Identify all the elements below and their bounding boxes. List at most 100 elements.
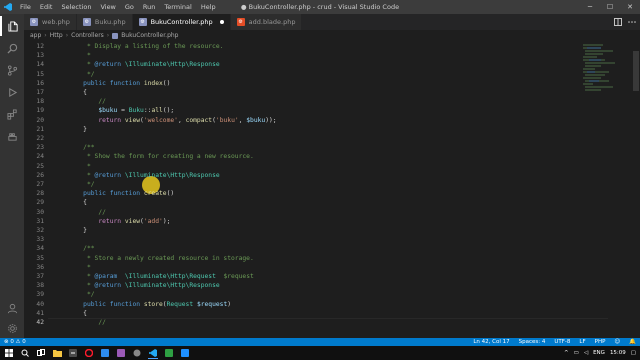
menu-file[interactable]: File [20,3,31,11]
code-line[interactable]: 27 */ [24,180,584,189]
app-icon[interactable] [100,348,110,358]
code-line[interactable]: 24 * Show the form for creating a new re… [24,152,584,161]
breadcrumb-item[interactable]: BukuController.php [121,32,178,39]
line-number: 37 [36,273,44,280]
menu-go[interactable]: Go [125,3,134,11]
code-line[interactable]: 38 * @return \Illuminate\Http\Response [24,281,584,290]
split-editor-icon[interactable] [614,18,622,26]
code-line[interactable]: 35 * Store a newly created resource in s… [24,254,584,263]
code-text: * @return \Illuminate\Http\Response [68,60,220,69]
menu-run[interactable]: Run [143,3,155,11]
code-line[interactable]: 28 public function create() [24,189,584,198]
minimize-button[interactable]: ─ [580,0,600,14]
app-icon[interactable] [132,348,142,358]
code-line[interactable]: 40 public function store(Request $reques… [24,300,584,309]
settings-gear-icon[interactable] [0,318,24,338]
more-actions-icon[interactable] [628,18,636,26]
app-icon[interactable] [180,348,190,358]
breadcrumb-item[interactable]: Controllers [71,32,104,39]
code-line[interactable]: 19 $buku = Buku::all(); [24,106,584,115]
app-icon[interactable] [164,348,174,358]
menu-edit[interactable]: Edit [40,3,53,11]
account-icon[interactable] [0,298,24,318]
source-control-icon[interactable] [0,60,24,80]
code-line[interactable]: 37 * @param \Illuminate\Http\Request $re… [24,272,584,281]
feedback-icon[interactable]: ☺ [614,339,620,345]
code-line[interactable]: 34 /** [24,244,584,253]
code-line[interactable]: 29 { [24,198,584,207]
code-line[interactable]: 16 public function index() [24,79,584,88]
vscode-taskbar-icon[interactable] [148,348,158,359]
vertical-scrollbar[interactable] [632,41,640,326]
close-button[interactable]: ✕ [620,0,640,14]
scrollbar-thumb[interactable] [633,51,639,91]
code-line[interactable]: 17 { [24,88,584,97]
clock[interactable]: 15:09 [610,350,626,356]
code-line[interactable]: 39 */ [24,290,584,299]
indentation[interactable]: Spaces: 4 [519,339,546,345]
code-line[interactable]: 15 */ [24,70,584,79]
file-explorer-icon[interactable] [52,348,62,358]
code-line[interactable]: 41 { [24,309,584,318]
notification-center-icon[interactable]: ▢ [631,350,636,356]
minimap[interactable] [579,41,629,326]
notifications-icon[interactable]: 🔔 [629,339,636,345]
code-line[interactable]: 21 } [24,125,584,134]
tab-bukucontroller-php[interactable]: ⚙ BukuController.php [132,14,231,30]
maximize-button[interactable]: ☐ [600,0,620,14]
code-line[interactable]: 18 // [24,97,584,106]
problems-indicator[interactable]: ⊗ 0 ⚠ 0 [4,339,26,345]
docker-icon[interactable] [0,126,24,146]
files-icon[interactable] [0,16,24,36]
menu-selection[interactable]: Selection [61,3,91,11]
code-line[interactable]: 42 // [24,318,584,326]
volume-icon[interactable]: ◁ [584,350,588,356]
code-line[interactable]: 12 * Display a listing of the resource. [24,42,584,51]
breadcrumb-item[interactable]: Http [50,32,63,39]
run-debug-icon[interactable] [0,82,24,102]
code-line[interactable]: 30 // [24,208,584,217]
app-icon[interactable] [116,348,126,358]
code-line[interactable]: 33 [24,235,584,244]
code-line[interactable]: 13 * [24,51,584,60]
input-language[interactable]: ENG [593,350,605,356]
breadcrumb-item[interactable]: app [30,32,41,39]
tab-buku-php[interactable]: ⚙ Buku.php [76,14,133,30]
code-token: Buku [128,107,144,115]
unsaved-dot-icon[interactable] [219,20,224,24]
code-line[interactable]: 36 * [24,263,584,272]
code-line[interactable]: 20 return view('welcome', compact('buku'… [24,116,584,125]
menu-view[interactable]: View [100,3,115,11]
code-text: { [68,309,87,318]
search-icon[interactable] [0,38,24,58]
cursor-position[interactable]: Ln 42, Col 17 [473,339,509,345]
extensions-icon[interactable] [0,104,24,124]
php-file-icon: ⚙ [30,18,38,26]
task-view-icon[interactable] [36,348,46,358]
language-mode[interactable]: PHP [595,339,606,345]
code-line[interactable]: 25 * [24,162,584,171]
encoding[interactable]: UTF-8 [554,339,570,345]
chevron-up-icon[interactable]: ^ [564,350,569,356]
code-line[interactable]: 32 } [24,226,584,235]
code-token: */ [68,291,95,299]
code-line[interactable]: 14 * @return \Illuminate\Http\Response [24,60,584,69]
tab-web-php[interactable]: ⚙ web.php [24,14,77,30]
code-editor[interactable]: 12 * Display a listing of the resource. 1… [24,41,640,326]
app-icon[interactable] [68,348,78,358]
code-line[interactable]: 26 * @return \Illuminate\Http\Response [24,171,584,180]
line-ending[interactable]: LF [579,339,585,345]
opera-icon[interactable] [84,348,94,358]
code-token: (); [162,107,175,115]
code-line[interactable]: 22 [24,134,584,143]
code-line[interactable]: 31 return view('add'); [24,217,584,226]
network-icon[interactable]: ▭ [574,350,579,356]
menu-help[interactable]: Help [201,3,216,11]
search-taskbar-icon[interactable] [20,348,30,358]
code-line[interactable]: 23 /** [24,143,584,152]
line-number: 29 [36,199,44,207]
tab-add-blade-php[interactable]: ⚙ add.blade.php [230,14,303,30]
code-token: { [68,199,87,207]
menu-terminal[interactable]: Terminal [164,3,191,11]
start-icon[interactable] [4,348,14,358]
